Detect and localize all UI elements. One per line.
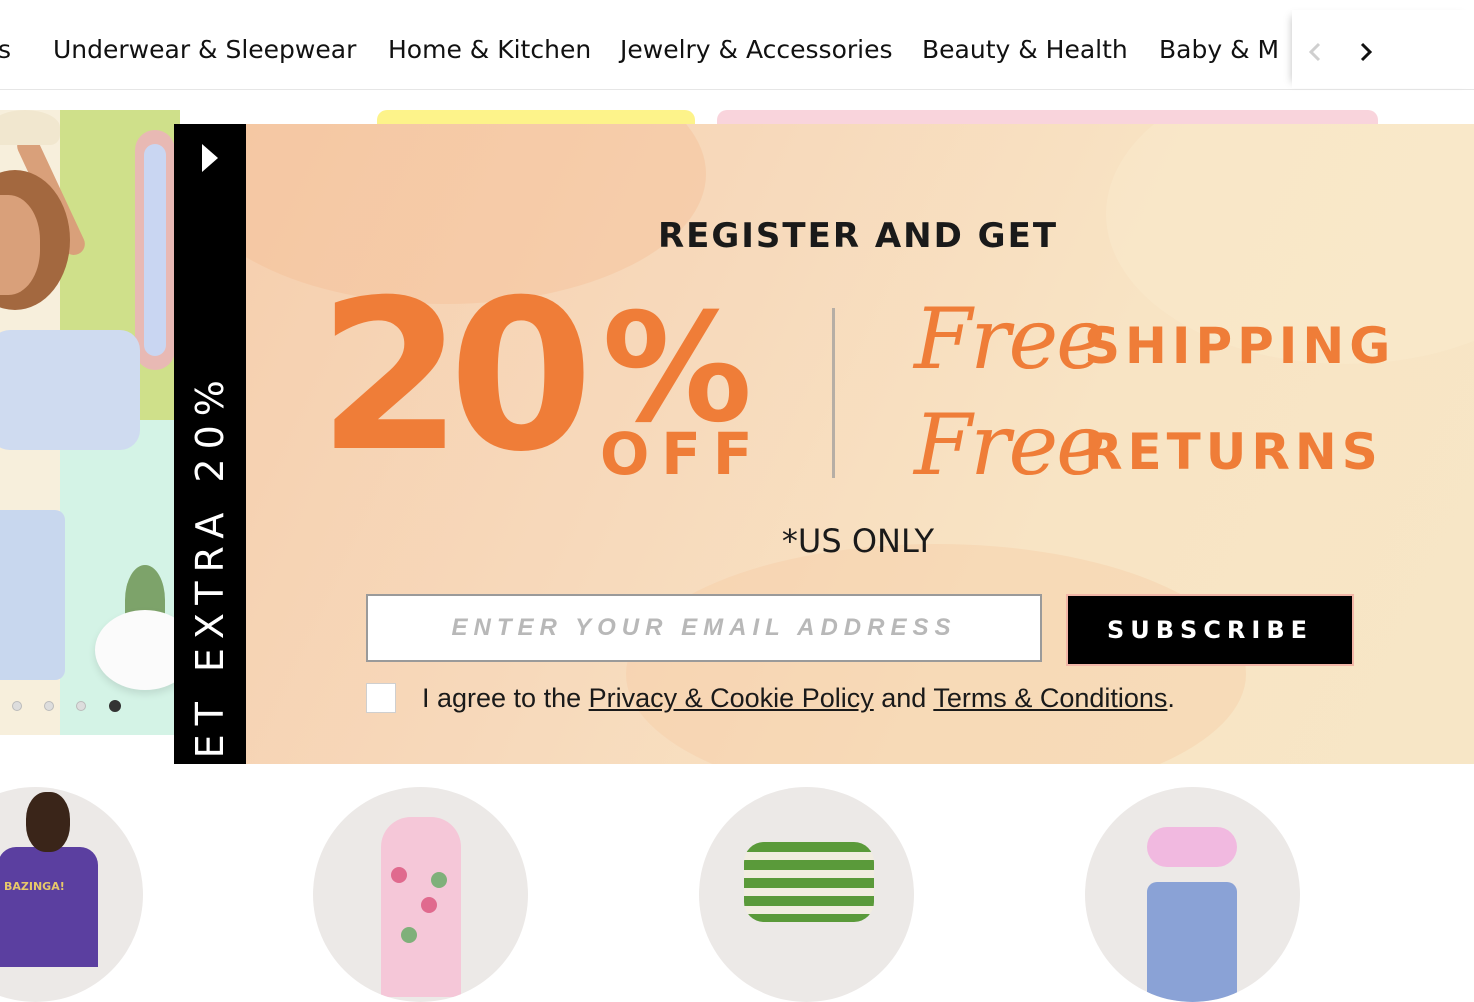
privacy-policy-link[interactable]: Privacy & Cookie Policy xyxy=(589,683,874,713)
nav-item-home-kitchen[interactable]: Home & Kitchen xyxy=(388,33,591,67)
consent-row: I agree to the Privacy & Cookie Policy a… xyxy=(366,682,1175,714)
carousel-dot-active[interactable] xyxy=(109,700,121,712)
carousel-dot[interactable] xyxy=(76,701,86,711)
popup-tab-label: GET EXTRA 20% xyxy=(188,371,232,797)
nav-item-underwear-sleepwear[interactable]: Underwear & Sleepwear xyxy=(53,33,356,67)
category-circle-tops[interactable] xyxy=(699,787,914,1002)
benefit-shipping: SHIPPING xyxy=(1084,317,1396,375)
category-nav-list: s Underwear & Sleepwear Home & Kitchen J… xyxy=(0,0,1290,89)
terms-conditions-link[interactable]: Terms & Conditions xyxy=(933,683,1167,713)
category-circle-men[interactable]: BAZINGA! xyxy=(0,787,143,1002)
popup-toggle-tab[interactable]: GET EXTRA 20% xyxy=(174,124,246,797)
nav-item-truncated[interactable]: s xyxy=(0,33,11,67)
category-circle-dresses[interactable] xyxy=(313,787,528,1002)
carousel-dot[interactable] xyxy=(44,701,54,711)
consent-text: I agree to the Privacy & Cookie Policy a… xyxy=(422,682,1175,713)
consent-checkbox[interactable] xyxy=(366,683,396,713)
hero-banner[interactable] xyxy=(0,110,180,735)
hat-image xyxy=(0,110,60,145)
email-input[interactable] xyxy=(366,594,1042,662)
nav-item-beauty-health[interactable]: Beauty & Health xyxy=(922,33,1128,67)
category-circle-swimwear[interactable] xyxy=(1085,787,1300,1002)
nav-item-jewelry-accessories[interactable]: Jewelry & Accessories xyxy=(620,33,893,67)
discount-number: 20 xyxy=(318,256,593,498)
chevron-left-icon[interactable] xyxy=(1306,40,1326,64)
offer-divider xyxy=(832,308,835,478)
subscribe-button[interactable]: SUBSCRIBE xyxy=(1066,594,1354,666)
play-triangle-icon xyxy=(202,144,218,177)
banner-edge-yellow xyxy=(377,110,695,124)
category-nav: s Underwear & Sleepwear Home & Kitchen J… xyxy=(0,0,1474,90)
carousel-dot[interactable] xyxy=(12,701,22,711)
nav-item-baby[interactable]: Baby & M xyxy=(1159,33,1279,67)
free-label-shipping: Free xyxy=(914,290,1106,388)
shirt-print-text: BAZINGA! xyxy=(4,880,65,893)
discount-off-label: OFF xyxy=(600,420,765,488)
nav-scroll-controls xyxy=(1292,10,1474,88)
benefit-returns: RETURNS xyxy=(1084,423,1383,481)
banner-edge-pink xyxy=(717,110,1378,124)
popup-headline: REGISTER AND GET xyxy=(657,216,1059,256)
us-only-note: *US ONLY xyxy=(781,522,935,560)
signup-popup: REGISTER AND GET 20 % OFF Free SHIPPING … xyxy=(246,124,1474,764)
free-label-returns: Free xyxy=(914,396,1106,494)
chevron-right-icon[interactable] xyxy=(1356,40,1376,64)
